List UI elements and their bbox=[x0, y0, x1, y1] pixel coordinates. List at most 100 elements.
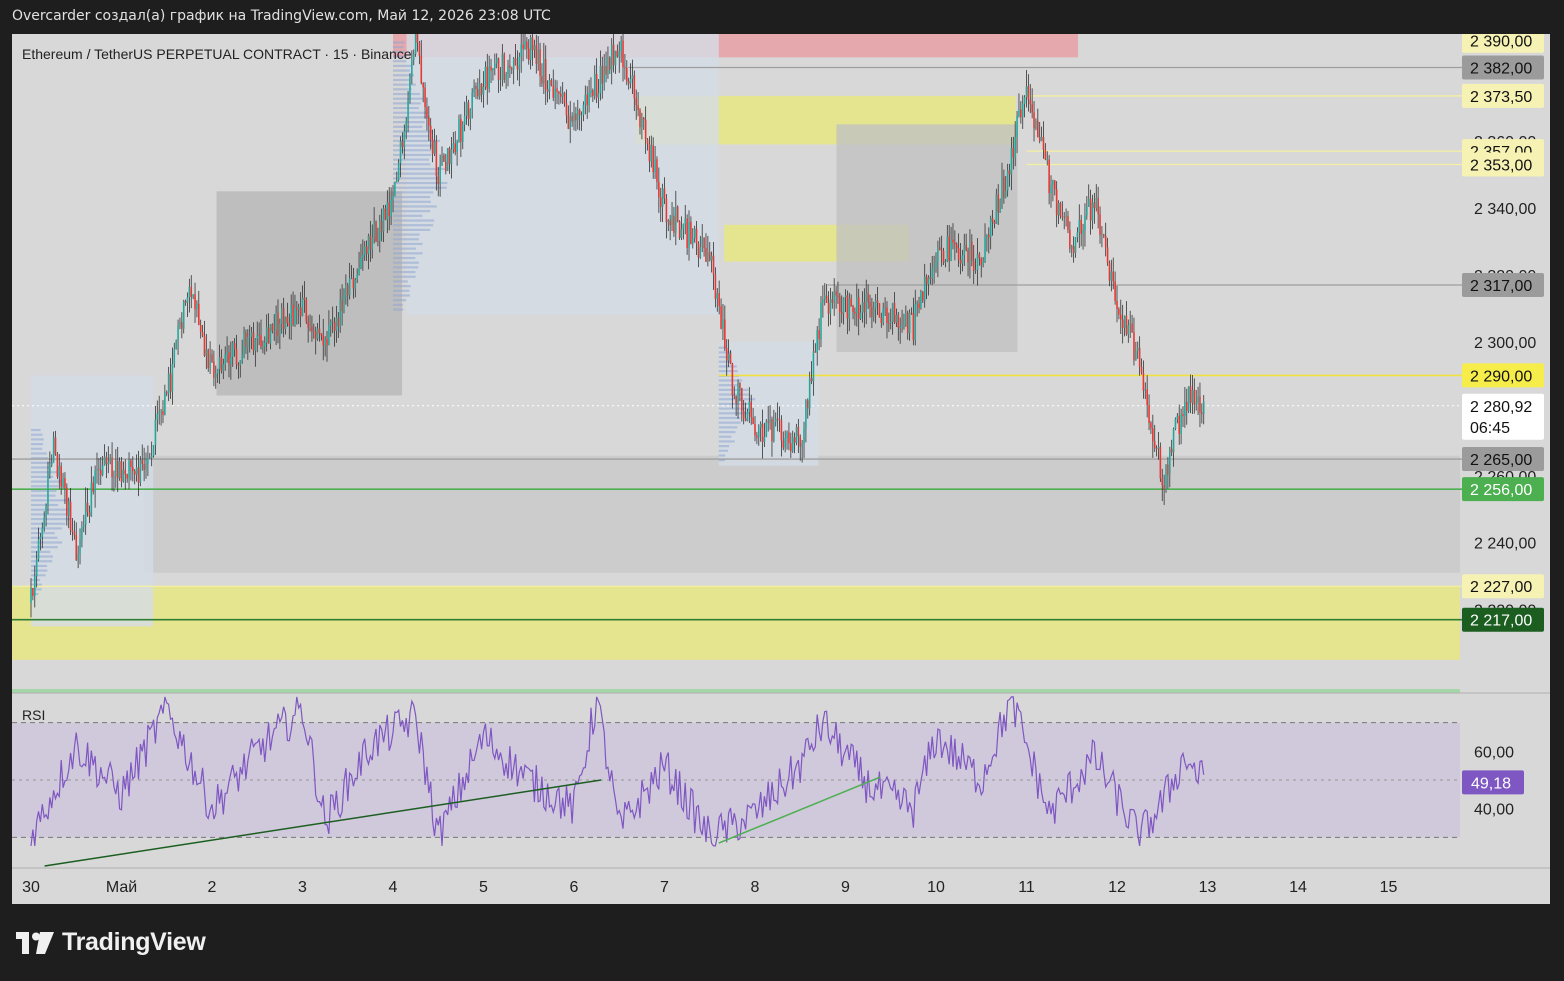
volume-profile-bar bbox=[31, 522, 66, 525]
candle-body bbox=[806, 400, 809, 409]
candle-body bbox=[201, 332, 204, 336]
candle-body bbox=[742, 410, 745, 419]
candle-body bbox=[148, 457, 151, 459]
candle-body bbox=[757, 427, 760, 438]
volume-profile-bar bbox=[393, 125, 423, 128]
candle-body bbox=[373, 221, 375, 238]
candle-body bbox=[213, 361, 215, 378]
candle-body bbox=[156, 413, 159, 420]
candle-body bbox=[765, 421, 768, 437]
current-price-label: 2 280,92 bbox=[1470, 399, 1532, 416]
candle-body bbox=[507, 65, 509, 74]
candle-body bbox=[1127, 325, 1130, 335]
candle-body bbox=[642, 117, 645, 120]
candle-body bbox=[1012, 147, 1015, 158]
candle-body bbox=[81, 527, 83, 541]
candle-body bbox=[1133, 332, 1135, 361]
candle-body bbox=[716, 293, 719, 299]
candle-body bbox=[940, 250, 943, 251]
candle-body bbox=[978, 254, 981, 259]
candle-body bbox=[47, 473, 49, 506]
candle-body bbox=[337, 317, 340, 327]
footer-brand[interactable]: TradingView bbox=[16, 928, 206, 957]
candle-body bbox=[791, 437, 794, 452]
volume-profile-bar bbox=[718, 421, 741, 424]
candle-body bbox=[931, 268, 934, 280]
candle-body bbox=[891, 302, 894, 322]
candle-body bbox=[122, 469, 125, 482]
volume-profile-bar bbox=[393, 102, 421, 105]
candle-body bbox=[343, 296, 345, 311]
candle-body bbox=[348, 278, 351, 296]
time-axis-tick: 4 bbox=[389, 879, 398, 896]
candle-body bbox=[354, 279, 357, 289]
candle-body bbox=[86, 502, 89, 513]
candle-body bbox=[595, 73, 598, 98]
volume-profile-bar bbox=[393, 200, 431, 203]
range-box bbox=[406, 34, 719, 316]
candle-body bbox=[746, 411, 749, 421]
volume-profile-bar bbox=[393, 172, 439, 175]
candle-body bbox=[107, 462, 110, 465]
candle-body bbox=[50, 462, 53, 465]
candle-body bbox=[1157, 446, 1160, 449]
volume-profile-bar bbox=[31, 517, 70, 521]
candle-body bbox=[92, 482, 95, 492]
candle-body bbox=[897, 314, 900, 328]
candle-body bbox=[927, 277, 930, 285]
candle-body bbox=[154, 419, 157, 446]
candle-body bbox=[230, 356, 232, 364]
candle-body bbox=[1076, 232, 1079, 238]
candle-body bbox=[799, 436, 802, 447]
candle-body bbox=[1123, 315, 1126, 328]
candle-body bbox=[96, 469, 98, 471]
candle-body bbox=[537, 49, 539, 64]
candle-body bbox=[850, 298, 852, 307]
candle-body bbox=[535, 45, 538, 64]
candle-body bbox=[707, 252, 709, 262]
candle-body bbox=[922, 291, 924, 301]
candle-body bbox=[544, 58, 547, 90]
candle-body bbox=[554, 88, 556, 98]
candle-body bbox=[220, 357, 223, 372]
time-axis-tick: 10 bbox=[927, 879, 945, 896]
candle-body bbox=[987, 234, 990, 238]
candle-body bbox=[303, 297, 306, 301]
chart-svg[interactable]: 2 390,002 360,002 340,002 320,002 300,00… bbox=[12, 34, 1550, 904]
volume-profile-bar bbox=[393, 191, 434, 194]
price-axis-tick: 2 300,00 bbox=[1474, 335, 1536, 352]
candle-body bbox=[388, 202, 391, 217]
candle-body bbox=[593, 73, 596, 96]
candle-body bbox=[390, 199, 392, 217]
candle-body bbox=[177, 326, 179, 341]
candle-body bbox=[1178, 415, 1181, 434]
candle-body bbox=[1189, 386, 1192, 403]
volume-profile-bar bbox=[393, 41, 405, 44]
candle-body bbox=[750, 401, 753, 418]
candle-body bbox=[622, 40, 624, 68]
zone-yellow bbox=[12, 586, 1460, 660]
volume-profile-bar bbox=[31, 555, 53, 558]
candle-body bbox=[1078, 219, 1081, 233]
candle-body bbox=[590, 90, 592, 94]
candle-body bbox=[914, 304, 917, 341]
volume-profile-bar bbox=[393, 205, 437, 208]
candle-body bbox=[437, 176, 440, 185]
candle-body bbox=[126, 474, 128, 479]
volume-profile-bar bbox=[393, 181, 448, 185]
volume-profile-bar bbox=[393, 261, 419, 264]
candle-body bbox=[676, 206, 679, 222]
candle-body bbox=[222, 364, 225, 372]
candle-body bbox=[980, 258, 983, 265]
candle-body bbox=[273, 330, 276, 332]
candle-body bbox=[592, 90, 594, 96]
candle-body bbox=[876, 300, 879, 304]
rsi-title: RSI bbox=[22, 707, 45, 723]
candle-body bbox=[963, 244, 966, 256]
candle-body bbox=[731, 363, 734, 396]
candle-body bbox=[705, 248, 707, 262]
candle-body bbox=[1131, 323, 1133, 333]
candle-body bbox=[407, 99, 409, 121]
candle-body bbox=[797, 427, 800, 437]
candle-body bbox=[854, 311, 856, 314]
